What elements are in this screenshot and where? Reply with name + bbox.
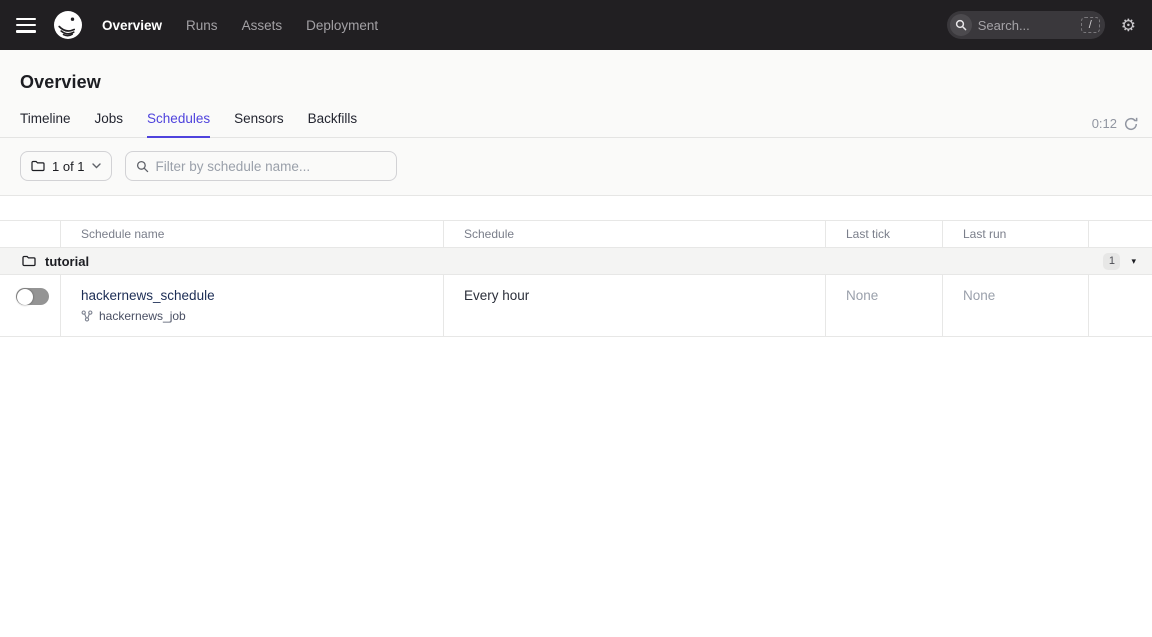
repo-scope-dropdown[interactable]: 1 of 1 (20, 151, 112, 181)
repo-scope-label: 1 of 1 (52, 159, 85, 174)
tabs-bar: Timeline Jobs Schedules Sensors Backfill… (0, 93, 1152, 138)
nav-right: / ⚙ (947, 11, 1136, 39)
actions-cell (1088, 275, 1152, 337)
group-count-badge: 1 (1103, 253, 1120, 270)
schedules-table: Schedule name Schedule Last tick Last ru… (0, 196, 1152, 637)
col-last-run: Last run (942, 220, 1088, 248)
chevron-down-icon (92, 163, 101, 169)
schedule-toggle[interactable] (16, 288, 49, 305)
search-input[interactable] (972, 18, 1081, 33)
toggle-cell (0, 275, 60, 337)
table-header-row: Schedule name Schedule Last tick Last ru… (0, 220, 1152, 248)
tab-backfills[interactable]: Backfills (308, 111, 358, 137)
app-window: Overview Runs Assets Deployment / ⚙ Over… (0, 0, 1152, 637)
filter-toolbar: 1 of 1 (0, 138, 1152, 196)
col-schedule-name: Schedule name (60, 220, 443, 248)
schedule-name-link[interactable]: hackernews_schedule (81, 288, 215, 303)
group-row-right: 1 ▾ (1103, 253, 1136, 270)
schedule-name-cell: hackernews_schedule hackernews_job (60, 275, 443, 337)
tab-sensors[interactable]: Sensors (234, 111, 284, 137)
tabs: Timeline Jobs Schedules Sensors Backfill… (20, 111, 357, 137)
nav-item-deployment[interactable]: Deployment (306, 18, 378, 33)
collapse-caret-icon[interactable]: ▾ (1131, 257, 1136, 266)
col-last-tick: Last tick (825, 220, 942, 248)
hamburger-menu-icon[interactable] (16, 18, 36, 33)
schedule-cell: Every hour (443, 275, 825, 337)
group-name: tutorial (45, 254, 89, 269)
dagster-logo[interactable] (52, 9, 84, 41)
last-tick-cell: None (825, 275, 942, 337)
refresh-status: 0:12 (1092, 116, 1138, 137)
nav-item-assets[interactable]: Assets (242, 18, 283, 33)
job-graph-icon (81, 310, 93, 322)
refresh-icon[interactable] (1124, 117, 1138, 131)
dagster-logo-icon (53, 10, 83, 40)
page-title: Overview (20, 72, 1132, 93)
job-line: hackernews_job (81, 309, 427, 323)
folder-icon (31, 160, 45, 172)
refresh-countdown: 0:12 (1092, 116, 1117, 131)
top-nav: Overview Runs Assets Deployment / ⚙ (0, 0, 1152, 50)
col-toggle (0, 220, 60, 248)
last-run-cell: None (942, 275, 1088, 337)
col-actions (1088, 220, 1152, 248)
nav-links: Overview Runs Assets Deployment (102, 18, 378, 33)
global-search[interactable]: / (947, 11, 1105, 39)
table-row: hackernews_schedule hackernews_job Every… (0, 275, 1152, 337)
schedule-filter-field (125, 151, 397, 181)
col-schedule: Schedule (443, 220, 825, 248)
folder-icon (22, 255, 36, 267)
search-shortcut-key: / (1081, 17, 1100, 33)
nav-item-overview[interactable]: Overview (102, 18, 162, 33)
search-icon (136, 160, 149, 173)
nav-item-runs[interactable]: Runs (186, 18, 218, 33)
schedule-filter-input[interactable] (156, 159, 386, 174)
tab-schedules[interactable]: Schedules (147, 111, 210, 137)
page-header: Overview (0, 50, 1152, 93)
tab-jobs[interactable]: Jobs (95, 111, 124, 137)
gear-icon[interactable]: ⚙ (1121, 17, 1136, 34)
job-link[interactable]: hackernews_job (99, 309, 186, 323)
tab-timeline[interactable]: Timeline (20, 111, 71, 137)
search-icon (950, 14, 972, 36)
group-row-tutorial[interactable]: tutorial 1 ▾ (0, 248, 1152, 275)
